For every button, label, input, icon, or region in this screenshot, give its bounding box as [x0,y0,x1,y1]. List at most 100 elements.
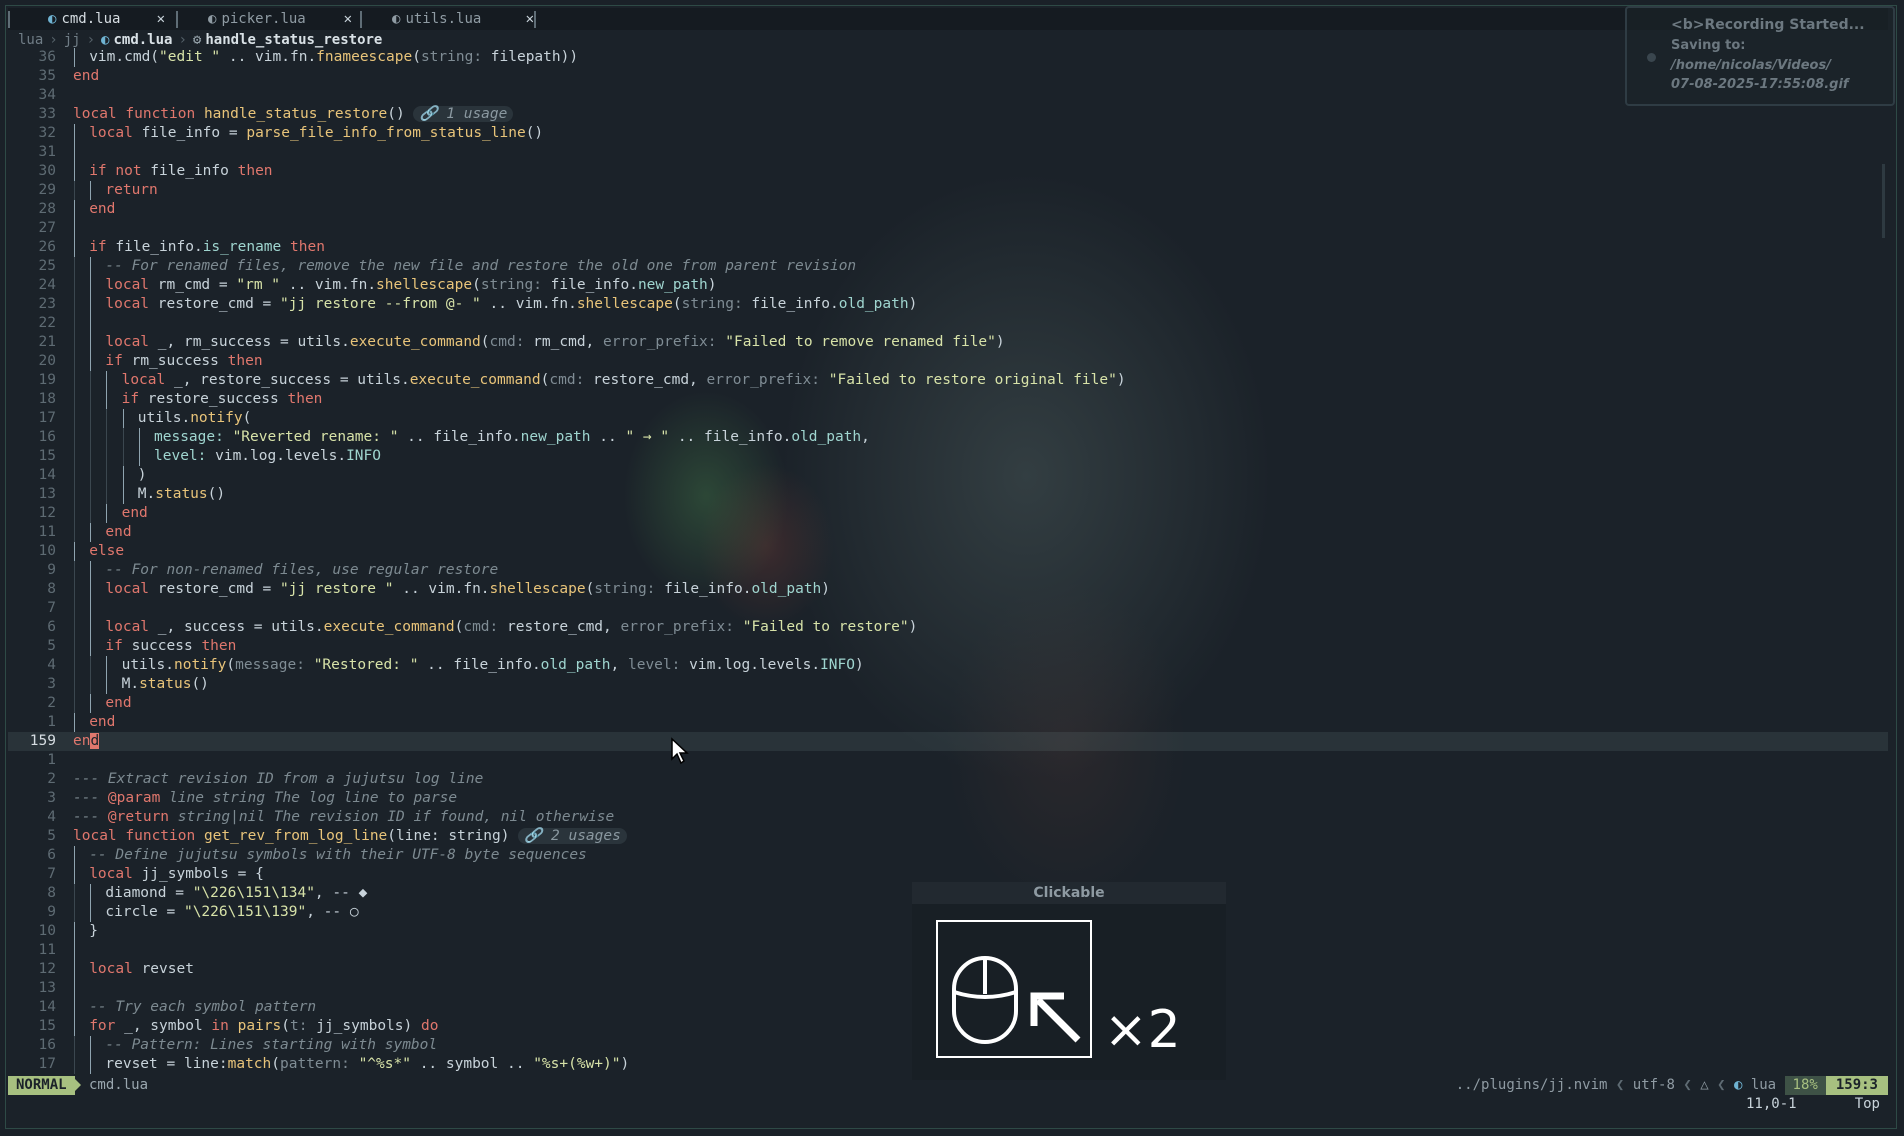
line-number: 15 [38,448,56,464]
line-number: 34 [38,87,56,103]
indent-guide [74,124,75,143]
close-icon[interactable]: ✕ [157,8,165,30]
code-line[interactable]: 25 -- For renamed files, remove the new f… [8,257,1888,276]
code-text: if file_info.is_rename then [89,238,325,257]
code-line[interactable]: 3 --- @param line string The log line to … [8,789,1888,808]
code-text: end [73,732,100,751]
line-number: 28 [38,201,56,217]
code-line[interactable]: 23 local restore_cmd = "jj restore --from… [8,295,1888,314]
tab-cmd-lua[interactable]: ◐ cmd.lua ✕ [48,8,173,30]
tab-separator [176,11,178,28]
close-icon[interactable]: ✕ [344,8,352,30]
code-line[interactable]: 24 local rm_cmd = "rm " .. vim.fn.shelles… [8,276,1888,295]
tab-picker-lua[interactable]: ◐ picker.lua ✕ [208,8,360,30]
line-number: 8 [47,581,56,597]
indent-guide [74,352,75,371]
code-token: "\226\151\139" [183,904,307,920]
indent-guide [90,580,92,599]
code-line[interactable]: 28 end [8,200,1888,219]
code-token: en [73,733,91,749]
line-number: 4 [47,657,56,673]
code-line[interactable]: 2 end [8,694,1888,713]
code-line[interactable]: 3 M.status() [8,675,1888,694]
code-line[interactable]: 15 level: vim.log.levels.INFO [8,447,1888,466]
code-line[interactable]: 7 [8,599,1888,618]
code-line[interactable]: 27 [8,219,1888,238]
code-line[interactable]: 35 end [8,67,1888,86]
code-token: for [89,1018,125,1034]
code-line[interactable]: 18 if restore_success then [8,390,1888,409]
code-token: in [211,1018,238,1034]
code-token: (line: string) [387,828,519,844]
breadcrumb-file[interactable]: cmd.lua [113,32,172,48]
indent-guide [90,257,92,276]
indent-guide [74,694,75,713]
code-line[interactable]: 29 return [8,181,1888,200]
code-line[interactable]: 11 end [8,523,1888,542]
code-token: cmd: [489,334,525,350]
tab-utils-lua[interactable]: ◐ utils.lua ✕ [392,8,542,30]
code-line[interactable]: 17 utils.notify( [8,409,1888,428]
indent-guide [74,998,75,1017]
code-text: -- Define jujutsu symbols with their UTF… [89,846,587,865]
close-icon[interactable]: ✕ [526,8,534,30]
code-line[interactable]: 12 end [8,504,1888,523]
indent-guide [74,542,75,561]
code-line[interactable]: 21 local _, rm_success = utils.execute_co… [8,333,1888,352]
code-token: .. file_info. [398,429,521,445]
indent-guide [74,941,75,960]
code-line[interactable]: 159 end [8,732,1888,751]
breadcrumb-function[interactable]: handle_status_restore [205,32,382,48]
indent-guide [74,1017,75,1036]
code-line[interactable]: 26 if file_info.is_rename then [8,238,1888,257]
code-line[interactable]: 20 if rm_success then [8,352,1888,371]
usage-hint[interactable]: 🔗 2 usages [518,828,627,844]
code-line[interactable]: 6 local _, success = utils.execute_comman… [8,618,1888,637]
code-token: --- Extract revision ID from a jujutsu l… [73,771,484,787]
code-text: circle = "\226\151\139", -- ○ [105,903,358,922]
code-line[interactable]: 8 local restore_cmd = "jj restore " .. vi… [8,580,1888,599]
code-line[interactable]: 10 else [8,542,1888,561]
indent-guide [74,504,75,523]
command-line[interactable]: 11,0-1 Top [8,1095,1888,1114]
code-line[interactable]: 14) [8,466,1888,485]
code-text: local _, restore_success = utils.execute… [122,371,1126,390]
code-line[interactable]: 19 local _, restore_success = utils.execu… [8,371,1888,390]
code-line[interactable]: 33 local function handle_status_restore()… [8,105,1888,124]
code-line[interactable]: 6 -- Define jujutsu symbols with their UT… [8,846,1888,865]
code-token: new_path [520,429,591,445]
code-token: file_info. [742,296,839,312]
code-token: ( [472,277,481,293]
code-line[interactable]: 5 if success then [8,637,1888,656]
code-line[interactable]: 16 message: "Reverted rename: " .. file_i… [8,428,1888,447]
code-line[interactable]: 1 end [8,713,1888,732]
code-token: pairs [237,1018,282,1034]
code-line[interactable]: 1 [8,751,1888,770]
code-line[interactable]: 36 vim.cmd("edit " .. vim.fn.fnameescape(… [8,48,1888,67]
code-line[interactable]: 4 --- @return string|nil The revision ID … [8,808,1888,827]
code-line[interactable]: 34 [8,86,1888,105]
code-line[interactable]: 4 utils.notify(message: "Restored: " .. f… [8,656,1888,675]
code-line[interactable]: 31 [8,143,1888,162]
code-text: message: "Reverted rename: " .. file_inf… [154,428,870,447]
code-token: vim.log.levels. [680,657,821,673]
mouse-pointer-icon [671,737,689,765]
scrollbar[interactable] [1882,164,1885,238]
breadcrumb-lua[interactable]: lua [18,32,43,48]
code-token: file_info. [115,239,203,255]
code-line[interactable]: 22 [8,314,1888,333]
indent-guide [106,656,108,675]
code-line[interactable]: 13 M.status() [8,485,1888,504]
usage-hint[interactable]: 🔗 1 usage [413,106,514,122]
code-line[interactable]: 32 local file_info = parse_file_info_from… [8,124,1888,143]
indent-guide [90,485,92,504]
code-token: "edit " [159,49,221,65]
breadcrumb-sep: › [49,32,58,48]
breadcrumb-jj[interactable]: jj [64,32,81,48]
code-line[interactable]: 9 -- For non-renamed files, use regular r… [8,561,1888,580]
code-line[interactable]: 30 if not file_info then [8,162,1888,181]
code-line[interactable]: 2 --- Extract revision ID from a jujutsu … [8,770,1888,789]
code-line[interactable]: 5 local function get_rev_from_log_line(li… [8,827,1888,846]
code-token: ) [707,277,717,293]
